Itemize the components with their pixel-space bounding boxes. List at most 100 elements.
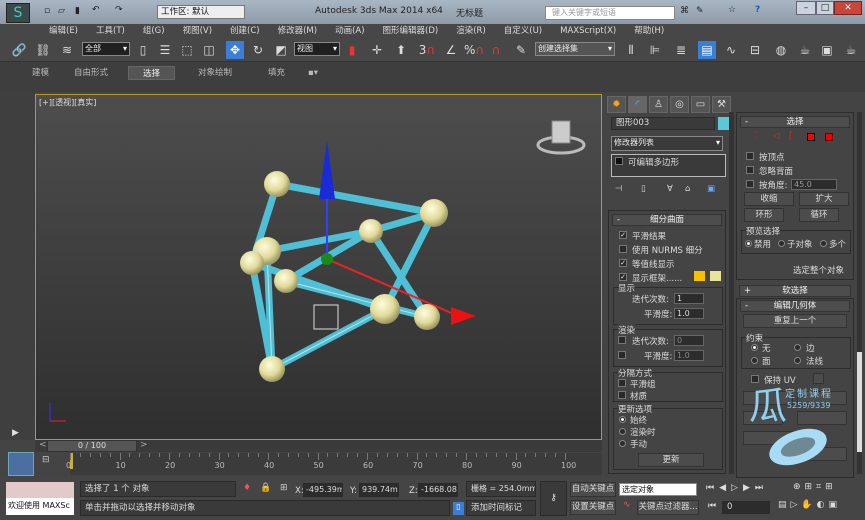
- angle-spinner[interactable]: 45.0: [791, 179, 837, 190]
- rendered-frame-window-icon[interactable]: ▣: [818, 41, 836, 59]
- grow-button[interactable]: 扩大: [799, 192, 849, 206]
- redo-icon[interactable]: ↷: [115, 5, 123, 15]
- minimize-button[interactable]: –: [796, 1, 816, 15]
- select-whole-object-label[interactable]: 选定整个对象: [793, 264, 844, 276]
- menu-views[interactable]: 视图(V): [174, 24, 221, 38]
- zoom-controls[interactable]: ⊕⊞⌗⊞: [793, 482, 837, 492]
- update-on-render-radio[interactable]: [619, 428, 626, 435]
- modify-tab-icon[interactable]: ◜: [628, 96, 647, 113]
- app-logo-button[interactable]: S: [6, 3, 30, 23]
- unlink-icon[interactable]: ⛓: [34, 41, 52, 59]
- loop-button[interactable]: 循环: [799, 208, 839, 222]
- track-bar[interactable]: 0 10 20 30 40 50 60 70 80 90 100: [66, 453, 602, 475]
- modifier-list-dropdown[interactable]: 修改器列表: [611, 136, 723, 151]
- perspective-viewport[interactable]: [+][透视][真实]: [35, 94, 602, 440]
- schematic-view-icon[interactable]: ⊟: [746, 41, 764, 59]
- rollout-header-edit-geometry[interactable]: - 编辑几何体: [740, 300, 850, 312]
- help-icon[interactable]: ?: [755, 5, 760, 15]
- command-panel-scrollbar[interactable]: [729, 112, 734, 474]
- repeat-last-button[interactable]: 重复上一个: [743, 314, 847, 328]
- key-mode-dropdown[interactable]: 选定对象: [619, 483, 697, 496]
- play-icon[interactable]: ▶: [12, 428, 19, 438]
- hierarchy-tab-icon[interactable]: ♙: [649, 96, 668, 113]
- maxscript-listener-input[interactable]: 欢迎使用 MAXSc: [6, 498, 74, 515]
- align-icon[interactable]: ⊫: [646, 41, 664, 59]
- update-always-radio[interactable]: [619, 416, 626, 423]
- wrench-icon[interactable]: ✎: [696, 6, 704, 16]
- ribbon-tab-object-paint[interactable]: 对象绘制: [190, 66, 240, 80]
- menu-group[interactable]: 组(G): [134, 24, 174, 38]
- preview-subobject-radio[interactable]: [778, 240, 785, 247]
- close-button[interactable]: ✕: [834, 1, 862, 15]
- menu-customize[interactable]: 自定义(U): [495, 24, 551, 38]
- absolute-mode-icon[interactable]: ⊞: [280, 483, 288, 493]
- mini-curve-editor-button[interactable]: [8, 452, 34, 476]
- smooth-result-checkbox[interactable]: ✓: [619, 231, 627, 239]
- select-and-rotate-icon[interactable]: ↻: [249, 41, 267, 59]
- constraint-edge-radio[interactable]: [794, 344, 801, 351]
- graphite-toolbar-icon[interactable]: ▤: [698, 41, 716, 59]
- ribbon-options-icon[interactable]: ▪▾: [300, 66, 326, 80]
- x-coordinate-input[interactable]: -495.39mm: [303, 483, 343, 497]
- selection-filter-dropdown[interactable]: 全部: [82, 42, 130, 56]
- menu-modifiers[interactable]: 修改器(M): [269, 24, 326, 38]
- render-production-icon[interactable]: ☕: [842, 41, 860, 59]
- workspace-dropdown[interactable]: 工作区: 默认: [157, 5, 245, 19]
- element-mode-icon[interactable]: [825, 133, 833, 141]
- menu-help[interactable]: 帮助(H): [625, 24, 673, 38]
- menu-animation[interactable]: 动画(A): [326, 24, 373, 38]
- search-input[interactable]: 键入关键字或短语: [545, 6, 675, 20]
- select-by-name-icon[interactable]: ☰: [156, 41, 174, 59]
- preview-multi-radio[interactable]: [820, 240, 827, 247]
- menu-edit[interactable]: 编辑(E): [40, 24, 87, 38]
- prev-frame-icon[interactable]: <: [39, 440, 47, 450]
- menu-maxscript[interactable]: MAXScript(X): [551, 24, 625, 38]
- link-icon[interactable]: 🔗: [10, 41, 28, 59]
- ring-button[interactable]: 环形: [744, 208, 784, 222]
- menu-create[interactable]: 创建(C): [221, 24, 269, 38]
- shrink-button[interactable]: 收缩: [744, 192, 794, 206]
- key-filters-button[interactable]: 关键点过滤器...: [637, 500, 699, 515]
- isolate-icon[interactable]: ♦: [243, 483, 251, 493]
- ribbon-tab-modeling[interactable]: 建模: [24, 66, 57, 80]
- rollout-header-selection[interactable]: - 选择: [740, 116, 850, 128]
- reference-coordinate-dropdown[interactable]: 视图: [294, 42, 340, 56]
- current-frame-input[interactable]: 0: [722, 501, 770, 514]
- open-file-icon[interactable]: ▱: [58, 6, 65, 16]
- cage-selection-color-swatch[interactable]: [710, 271, 721, 281]
- isoline-display-checkbox[interactable]: ✓: [619, 259, 627, 267]
- time-slider-thumb[interactable]: 0 / 100: [47, 440, 137, 452]
- edit-named-selection-icon[interactable]: ✎: [512, 41, 530, 59]
- next-frame-icon[interactable]: >: [140, 440, 148, 450]
- key-mode-toggle-icon[interactable]: ⏮: [708, 501, 716, 511]
- track-bar-toggle-icon[interactable]: ⊟: [42, 455, 50, 465]
- materials-checkbox[interactable]: [618, 391, 626, 399]
- remove-modifier-icon[interactable]: ⌂: [685, 184, 690, 194]
- save-icon[interactable]: ▮: [75, 6, 80, 16]
- named-selection-set-dropdown[interactable]: 创建选择集: [535, 42, 615, 56]
- border-mode-icon[interactable]: ʃ: [789, 131, 792, 141]
- make-unique-icon[interactable]: ∀: [667, 184, 673, 194]
- snaps-toggle-icon[interactable]: 3∩: [418, 41, 436, 59]
- select-and-scale-icon[interactable]: ◩: [272, 41, 290, 59]
- configure-modifier-sets-icon[interactable]: ▣: [707, 184, 715, 194]
- set-key-icon[interactable]: ⚷: [540, 481, 567, 516]
- maximize-button[interactable]: □: [816, 1, 834, 15]
- material-editor-icon[interactable]: ◍: [772, 41, 790, 59]
- rollout-header-subdivision[interactable]: - 细分曲面: [612, 214, 722, 226]
- constraint-none-radio[interactable]: [751, 344, 758, 351]
- pivot-center-icon[interactable]: ▮: [343, 41, 361, 59]
- render-smoothness-spinner[interactable]: 1.0: [674, 350, 704, 361]
- by-angle-checkbox[interactable]: [746, 180, 754, 188]
- percent-snap-icon[interactable]: %∩: [464, 41, 484, 59]
- polygon-mode-icon[interactable]: [807, 133, 815, 141]
- rollout-scrollbar[interactable]: [857, 112, 862, 474]
- object-name-input[interactable]: 图形003: [611, 117, 715, 130]
- motion-tab-icon[interactable]: ◎: [670, 96, 689, 113]
- render-smoothness-checkbox[interactable]: [618, 351, 626, 359]
- playback-controls[interactable]: ⏮◀▷▶⏭: [706, 483, 768, 493]
- mirror-icon[interactable]: ⫴: [622, 41, 640, 59]
- create-tab-icon[interactable]: ✹: [607, 96, 626, 113]
- iterations-spinner[interactable]: 1: [674, 293, 704, 304]
- utilities-tab-icon[interactable]: ⚒: [712, 96, 731, 113]
